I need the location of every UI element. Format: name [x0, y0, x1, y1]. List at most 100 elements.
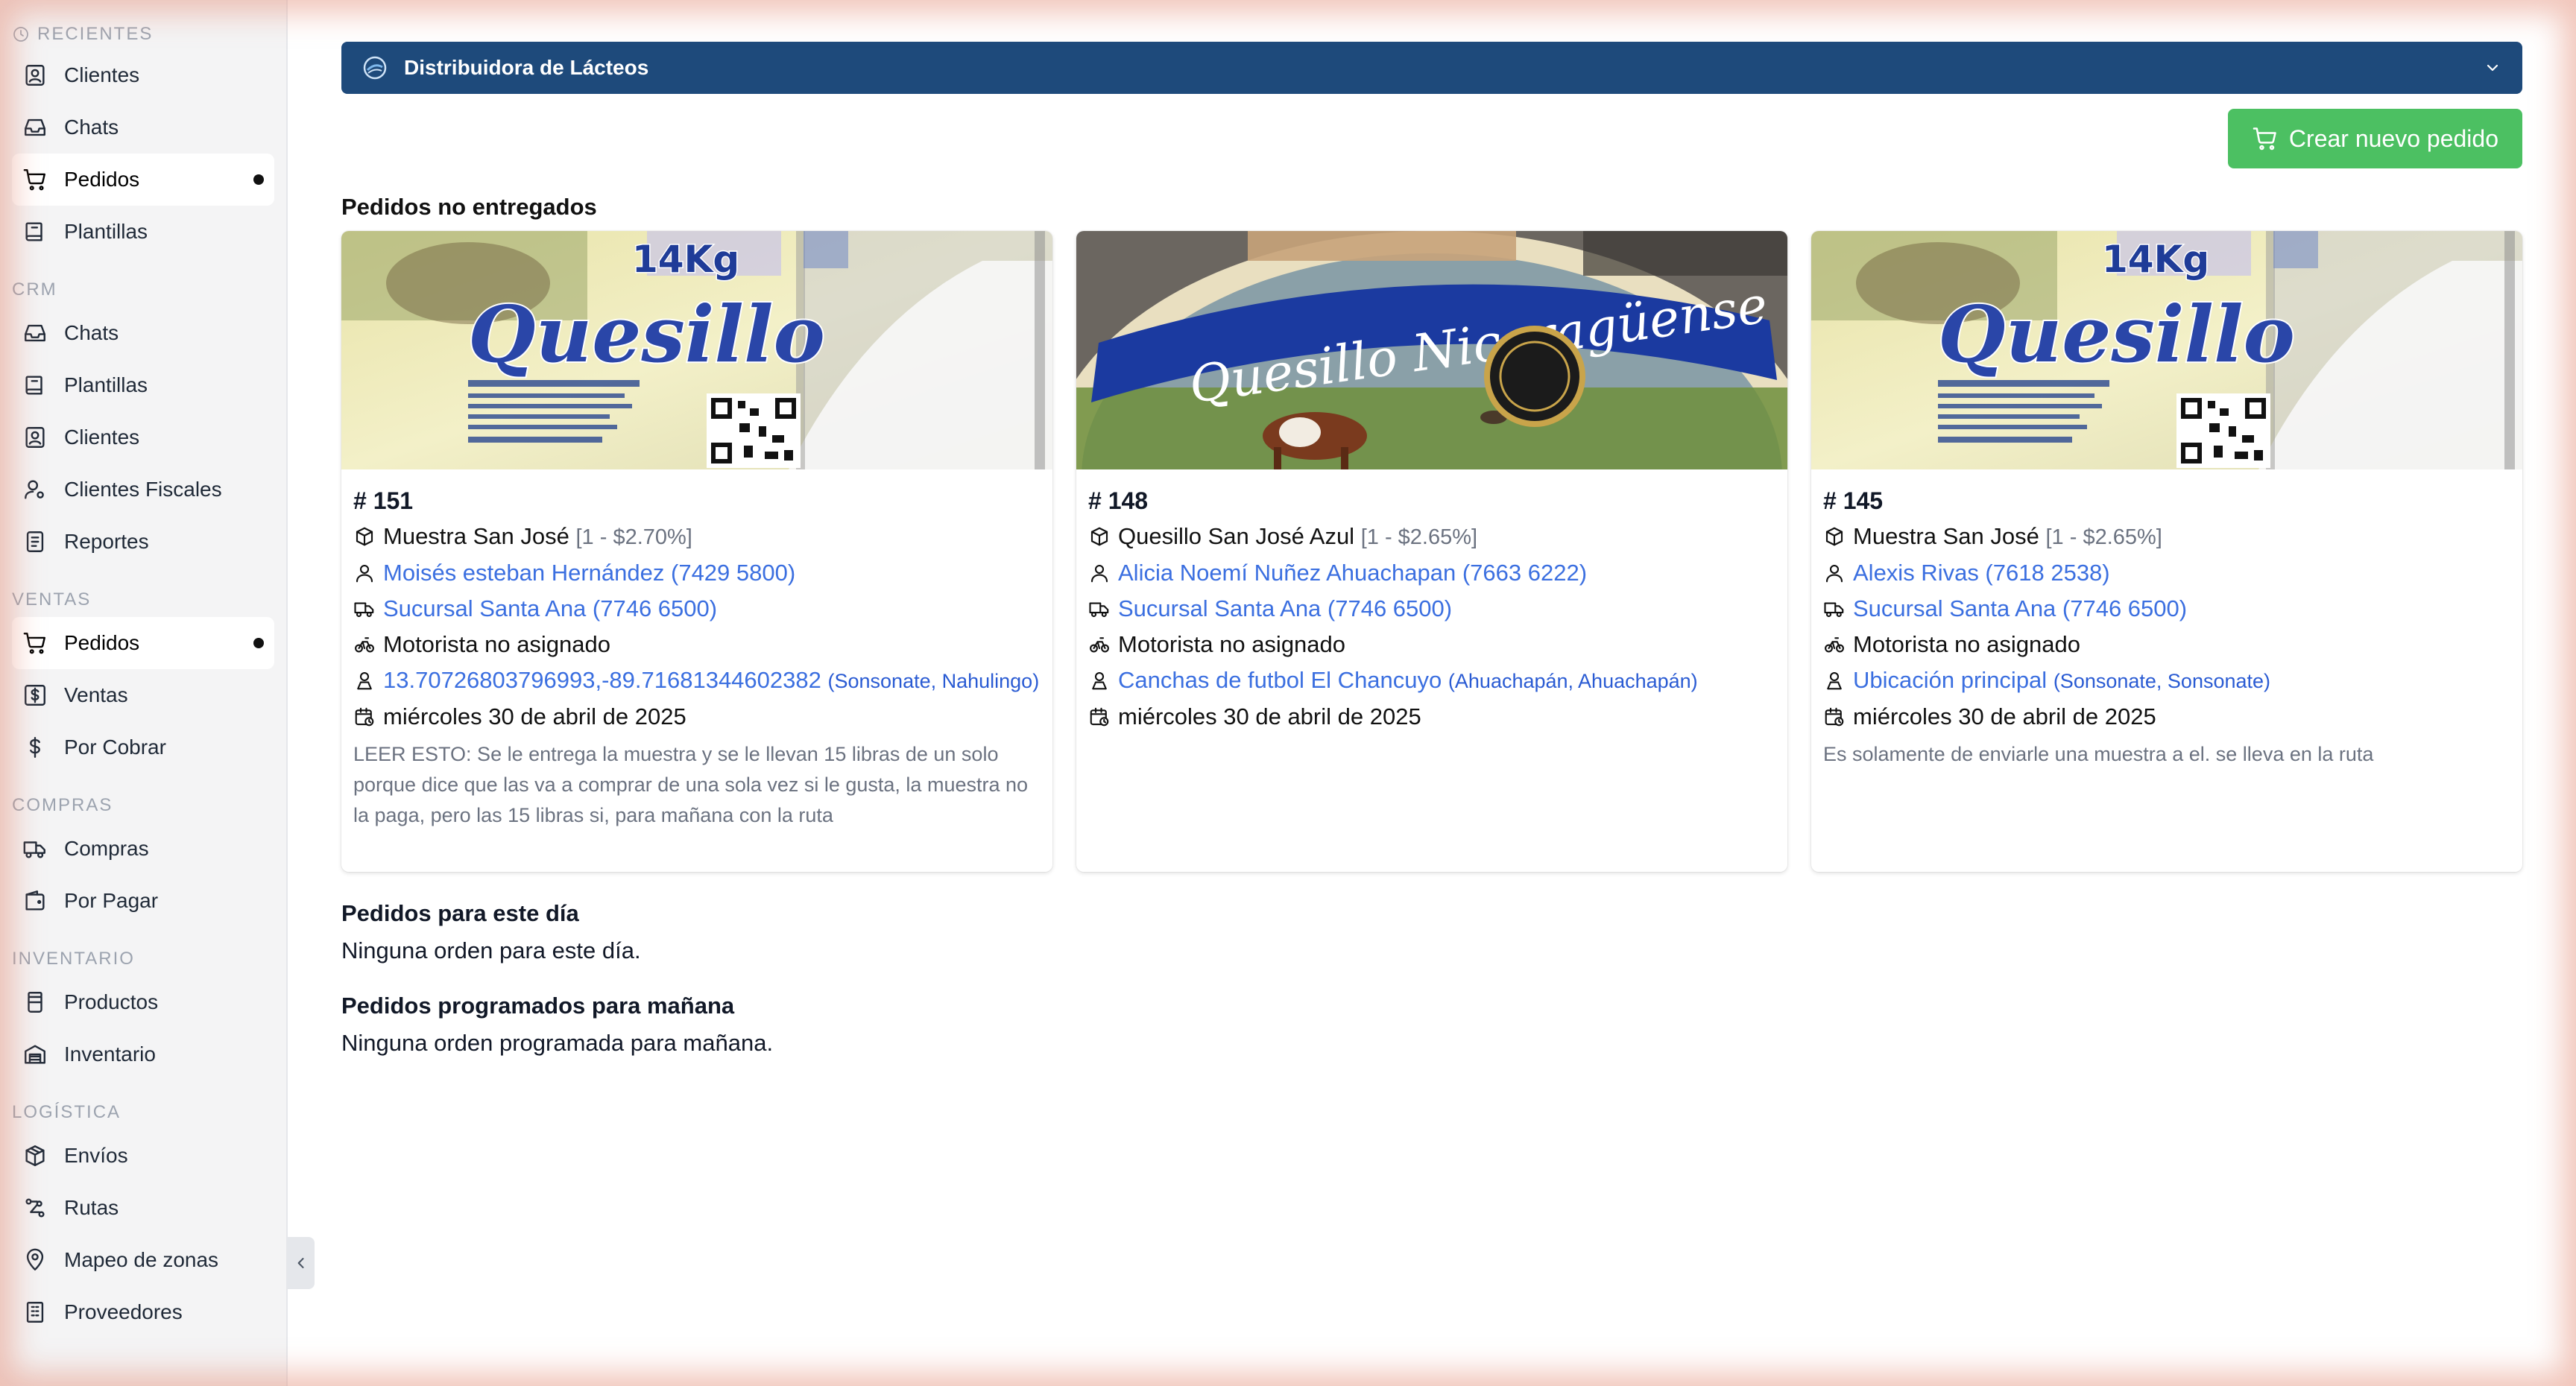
- contact-card-icon: [25, 427, 45, 448]
- bicycle-icon: [1090, 637, 1109, 653]
- undelivered-orders-list: Quesillo 14Kg # 151 Muestra San José [1 …: [341, 231, 2522, 872]
- sidebar-item-ventas[interactable]: Ventas: [12, 669, 274, 721]
- sidebar-item-envíos[interactable]: Envíos: [12, 1130, 274, 1182]
- sidebar-item-label: Chats: [64, 116, 119, 139]
- order-client-row: Alexis Rivas (7618 2538): [1823, 555, 2510, 591]
- order-driver: Motorista no asignado: [1118, 631, 1346, 657]
- order-card[interactable]: Quesillo 14Kg # 145 Muestra San José [1 …: [1811, 231, 2522, 872]
- sidebar-item-compras[interactable]: Compras: [12, 823, 274, 875]
- product-image: Quesillo 14Kg: [341, 231, 1052, 469]
- sidebar-item-label: Pedidos: [64, 168, 140, 191]
- sidebar-section-logística: LOGÍSTICA: [0, 1095, 286, 1130]
- sidebar-item-clientes[interactable]: Clientes: [12, 49, 274, 101]
- order-branch-link[interactable]: Sucursal Santa Ana (7746 6500): [383, 591, 717, 627]
- sidebar-section-label: LOGÍSTICA: [12, 1102, 121, 1122]
- sidebar-item-reportes[interactable]: Reportes: [12, 516, 274, 568]
- sidebar-item-label: Clientes: [64, 63, 140, 86]
- company-selector[interactable]: Distribuidora de Lácteos: [341, 42, 2522, 94]
- sidebar-item-plantillas[interactable]: Plantillas: [12, 206, 274, 258]
- product-image-weight: 14Kg: [2102, 238, 2209, 281]
- user-icon: [1825, 564, 1843, 583]
- sidebar-item-chats[interactable]: Chats: [12, 307, 274, 359]
- sidebar-item-label: Ventas: [64, 683, 128, 706]
- sidebar-item-productos[interactable]: Productos: [12, 976, 274, 1028]
- order-location-row: 13.70726803796993,-89.71681344602382 (So…: [353, 662, 1041, 699]
- cart-icon: [23, 169, 45, 191]
- order-branch-link[interactable]: Sucursal Santa Ana (7746 6500): [1853, 591, 2187, 627]
- order-driver-row: Motorista no asignado: [1088, 627, 1775, 662]
- collapse-sidebar-button[interactable]: [288, 1237, 315, 1289]
- order-card[interactable]: Quesillo 14Kg # 151 Muestra San José [1 …: [341, 231, 1052, 872]
- order-product-row: Muestra San José [1 - $2.65%]: [1823, 519, 2510, 555]
- order-date: miércoles 30 de abril de 2025: [383, 703, 686, 730]
- sidebar-section-label: CRM: [12, 279, 57, 300]
- report-icon: [26, 531, 44, 552]
- order-product-meta: [1 - $2.70%]: [575, 525, 692, 549]
- order-branch-link[interactable]: Sucursal Santa Ana (7746 6500): [1118, 591, 1452, 627]
- calendar-clock-icon: [1825, 707, 1844, 727]
- sidebar-item-chats[interactable]: Chats: [12, 101, 274, 154]
- sidebar-item-rutas[interactable]: Rutas: [12, 1182, 274, 1234]
- order-product-row: Muestra San José [1 - $2.70%]: [353, 519, 1041, 555]
- location-user-icon: [1092, 671, 1107, 690]
- sidebar-section-label: COMPRAS: [12, 795, 113, 815]
- sidebar-item-mapeo-de-zonas[interactable]: Mapeo de zonas: [12, 1234, 274, 1286]
- order-client-link[interactable]: Alicia Noemí Nuñez Ahuachapan (7663 6222…: [1118, 555, 1587, 591]
- tomorrow-orders-title: Pedidos programados para mañana: [341, 993, 735, 1019]
- sidebar-item-label: Rutas: [64, 1196, 119, 1219]
- book-icon: [25, 222, 42, 241]
- sidebar-item-label: Inventario: [64, 1042, 156, 1066]
- order-location-link[interactable]: Canchas de futbol El Chancuyo: [1118, 667, 1442, 693]
- sidebar-section-compras: COMPRAS: [0, 788, 286, 823]
- map-pin-icon: [26, 1248, 44, 1270]
- order-location-link[interactable]: Ubicación principal: [1853, 667, 2047, 693]
- main-content: Distribuidora de Lácteos Crear nuevo ped…: [341, 42, 2522, 1057]
- sidebar-item-inventario[interactable]: Inventario: [12, 1028, 274, 1080]
- sidebar-section-ventas: VENTAS: [0, 583, 286, 617]
- order-client-link[interactable]: Alexis Rivas (7618 2538): [1853, 555, 2110, 591]
- sidebar-item-pedidos[interactable]: Pedidos: [12, 154, 274, 206]
- sidebar-item-clientes[interactable]: Clientes: [12, 411, 274, 463]
- product-image-weight: 14Kg: [632, 238, 739, 281]
- order-product-meta: [1 - $2.65%]: [1360, 525, 1478, 549]
- box-icon: [1825, 527, 1843, 546]
- order-date: miércoles 30 de abril de 2025: [1118, 703, 1421, 730]
- sidebar-item-por-cobrar[interactable]: Por Cobrar: [12, 721, 274, 773]
- sidebar-item-clientes-fiscales[interactable]: Clientes Fiscales: [12, 463, 274, 516]
- order-branch-row: Sucursal Santa Ana (7746 6500): [353, 591, 1041, 627]
- dollar-square-icon: [25, 685, 45, 706]
- sidebar-item-label: Clientes: [64, 425, 140, 449]
- sidebar-section-label: VENTAS: [12, 589, 92, 610]
- order-location-row: Ubicación principal (Sonsonate, Sonsonat…: [1823, 662, 2510, 699]
- order-date-row: miércoles 30 de abril de 2025: [353, 699, 1041, 735]
- sidebar-item-pedidos[interactable]: Pedidos: [12, 617, 274, 669]
- order-branch-row: Sucursal Santa Ana (7746 6500): [1088, 591, 1775, 627]
- sidebar-item-label: Por Pagar: [64, 889, 159, 912]
- order-image: Quesillo 14Kg: [1811, 231, 2522, 469]
- order-driver: Motorista no asignado: [1853, 631, 2081, 657]
- user-icon: [356, 564, 373, 583]
- active-indicator: [253, 174, 264, 185]
- order-location-link[interactable]: 13.70726803796993,-89.71681344602382: [383, 667, 821, 693]
- order-driver-row: Motorista no asignado: [353, 627, 1041, 662]
- sidebar-item-label: Reportes: [64, 530, 149, 553]
- order-client-link[interactable]: Moisés esteban Hernández (7429 5800): [383, 555, 795, 591]
- sidebar-item-label: Plantillas: [64, 220, 148, 243]
- sidebar-item-label: Envíos: [64, 1144, 128, 1167]
- sidebar-item-proveedores[interactable]: Proveedores: [12, 1286, 274, 1338]
- chevron-left-icon: [297, 1258, 304, 1268]
- truck-icon: [23, 841, 45, 858]
- sidebar-section-label: RECIENTES: [37, 24, 154, 44]
- order-driver: Motorista no asignado: [383, 631, 611, 657]
- order-card[interactable]: Quesillo Nicaragüense # 148 Quesillo San…: [1076, 231, 1787, 872]
- bicycle-icon: [1825, 637, 1844, 653]
- order-date-row: miércoles 30 de abril de 2025: [1823, 699, 2510, 735]
- sidebar-item-label: Por Cobrar: [64, 735, 166, 759]
- product-image: Quesillo 14Kg: [1811, 231, 2522, 469]
- order-product-row: Quesillo San José Azul [1 - $2.65%]: [1088, 519, 1775, 555]
- order-image: Quesillo 14Kg: [341, 231, 1052, 469]
- create-order-button[interactable]: Crear nuevo pedido: [2227, 109, 2522, 168]
- sidebar-item-por-pagar[interactable]: Por Pagar: [12, 875, 274, 927]
- sidebar-item-plantillas[interactable]: Plantillas: [12, 359, 274, 411]
- order-product: Muestra San José: [383, 523, 569, 549]
